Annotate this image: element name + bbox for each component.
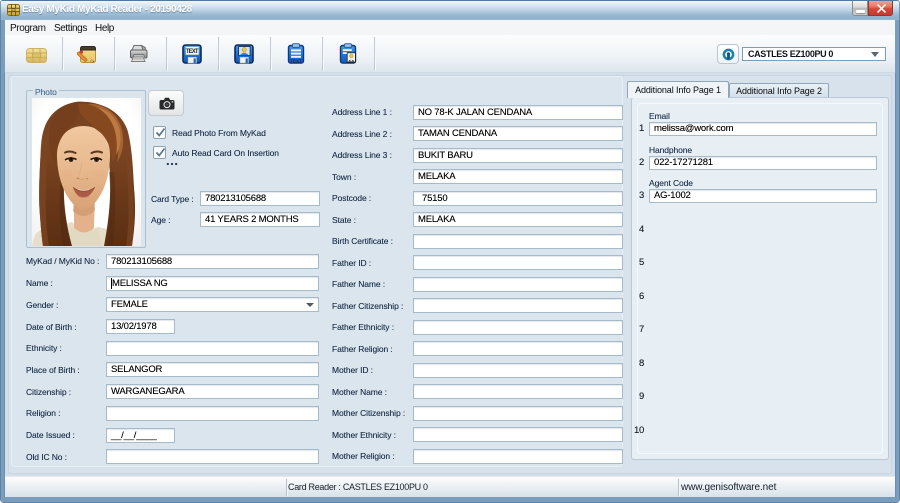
svg-text:TEXT: TEXT (290, 58, 302, 63)
svg-text:TEXT: TEXT (186, 49, 199, 55)
